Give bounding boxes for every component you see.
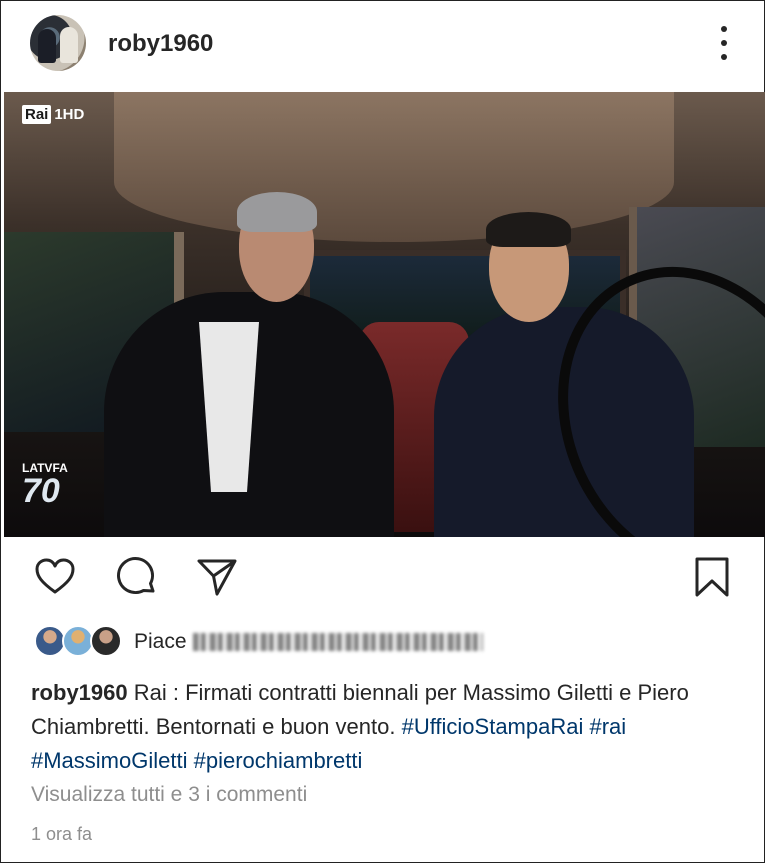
more-dot bbox=[721, 40, 727, 46]
caption-username[interactable]: roby1960 bbox=[31, 680, 128, 705]
likes-text: Piace bbox=[134, 630, 483, 654]
liker-avatar bbox=[90, 625, 122, 657]
channel-logo: Rai 1HD bbox=[22, 105, 84, 124]
hashtag[interactable]: #MassimoGiletti bbox=[31, 748, 187, 773]
post-username[interactable]: roby1960 bbox=[108, 30, 213, 58]
post-header: roby1960 bbox=[0, 0, 767, 92]
post-actions bbox=[0, 555, 767, 603]
view-comments-link[interactable]: Visualizza tutti e 3 i commenti bbox=[31, 783, 307, 807]
avatar-figure bbox=[60, 27, 78, 63]
post-caption: roby1960 Rai : Firmati contratti biennal… bbox=[31, 676, 751, 778]
heart-icon[interactable] bbox=[33, 555, 77, 599]
hashtag[interactable]: #rai bbox=[590, 714, 627, 739]
more-dot bbox=[721, 26, 727, 32]
hashtag[interactable]: #pierochiambretti bbox=[194, 748, 363, 773]
likes-row[interactable]: Piace bbox=[34, 625, 734, 661]
user-avatar[interactable] bbox=[30, 15, 86, 71]
more-vertical-icon[interactable] bbox=[712, 26, 736, 60]
comment-bubble-icon[interactable] bbox=[115, 555, 159, 599]
post-image[interactable]: Rai 1HD LATVFA 70 bbox=[4, 92, 765, 537]
post-timestamp: 1 ora fa bbox=[31, 824, 93, 844]
bookmark-icon[interactable] bbox=[690, 555, 734, 599]
passenger-figure bbox=[104, 192, 394, 537]
paper-plane-icon[interactable] bbox=[195, 555, 239, 599]
hashtag[interactable]: #UfficioStampaRai bbox=[402, 714, 584, 739]
car-roof bbox=[114, 92, 674, 242]
show-logo: LATVFA 70 bbox=[22, 461, 68, 510]
more-dot bbox=[721, 54, 727, 60]
white-shirt bbox=[199, 322, 259, 492]
likes-redacted bbox=[192, 633, 483, 652]
avatar-figure bbox=[38, 29, 56, 63]
passenger-hair bbox=[237, 192, 317, 232]
driver-hair bbox=[486, 212, 571, 247]
